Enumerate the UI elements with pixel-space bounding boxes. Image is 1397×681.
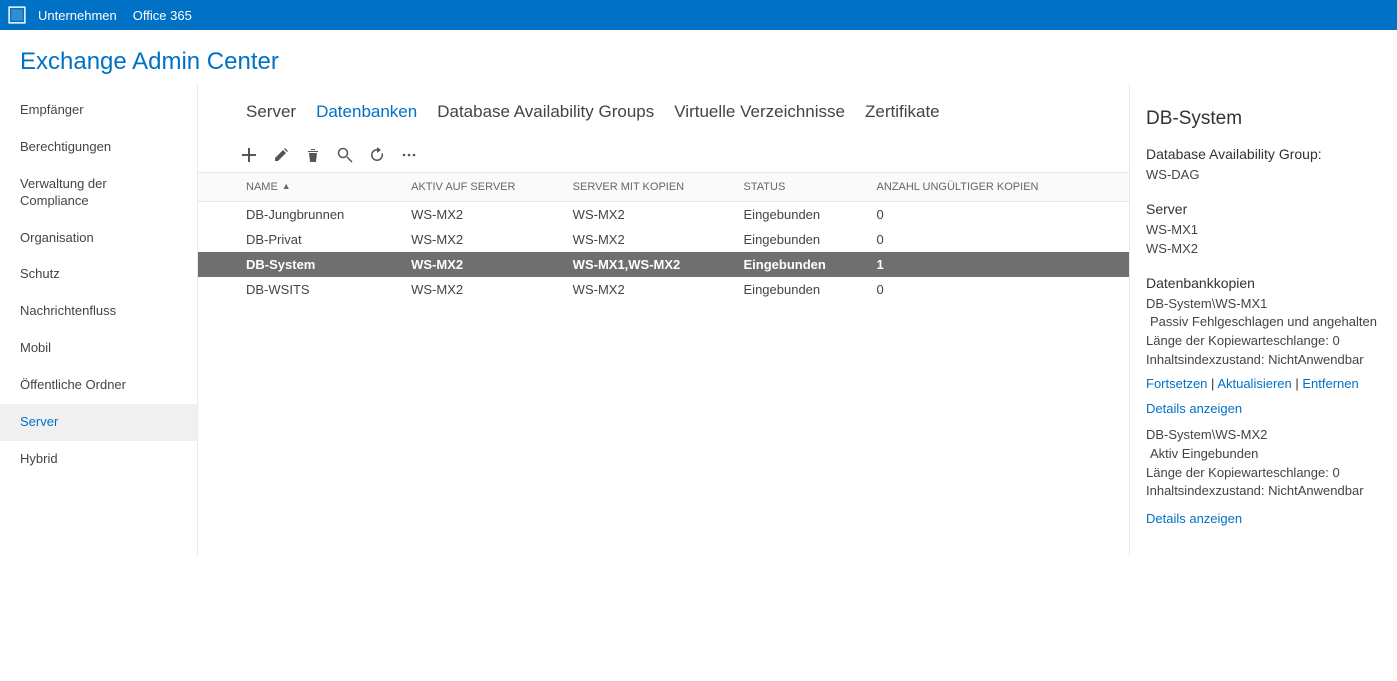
cell-spacer xyxy=(1103,227,1129,252)
table-row[interactable]: DB-SystemWS-MX2WS-MX1,WS-MX2Eingebunden1 xyxy=(198,252,1129,277)
search-button[interactable] xyxy=(336,146,354,164)
copy-block: DB-System\WS-MX1 Passiv Fehlgeschlagen u… xyxy=(1146,295,1377,416)
copy-index: Inhaltsindexzustand: NichtAnwendbar xyxy=(1146,351,1377,370)
copy-index: Inhaltsindexzustand: NichtAnwendbar xyxy=(1146,482,1377,501)
sub-tab[interactable]: Server xyxy=(246,102,296,122)
sub-tab[interactable]: Virtuelle Verzeichnisse xyxy=(674,102,845,122)
server-value: WS-MX2 xyxy=(1146,240,1377,259)
sub-tabs: Server Datenbanken Database Availability G… xyxy=(198,84,1129,146)
details-panel: DB-System Database Availability Group: W… xyxy=(1129,84,1397,556)
details-link[interactable]: Details anzeigen xyxy=(1146,511,1242,526)
copy-name: DB-System\WS-MX2 xyxy=(1146,426,1377,445)
sidebar-item[interactable]: Mobil xyxy=(0,330,197,367)
sidebar-item[interactable]: Hybrid xyxy=(0,441,197,478)
table-cell: WS-MX2 xyxy=(563,227,734,252)
dag-value: WS-DAG xyxy=(1146,166,1377,185)
column-header[interactable]: STATUS xyxy=(734,173,867,202)
sub-tab[interactable]: Datenbanken xyxy=(316,102,417,122)
edit-button[interactable] xyxy=(272,146,290,164)
sidebar-item[interactable]: Öffentliche Ordner xyxy=(0,367,197,404)
table-row[interactable]: DB-WSITSWS-MX2WS-MX2Eingebunden0 xyxy=(198,277,1129,302)
table-cell: WS-MX2 xyxy=(401,252,563,277)
column-header[interactable]: AKTIV AUF SERVER xyxy=(401,173,563,202)
copy-status: Aktiv Eingebunden xyxy=(1150,445,1377,464)
sidebar-item[interactable]: Organisation xyxy=(0,220,197,257)
delete-button[interactable] xyxy=(304,146,322,164)
topbar-office-link[interactable]: Office 365 xyxy=(133,8,192,23)
dag-label: Database Availability Group: xyxy=(1146,146,1377,162)
copy-action-link[interactable]: Fortsetzen xyxy=(1146,376,1207,391)
topbar-company-link[interactable]: Unternehmen xyxy=(38,8,117,23)
toolbar xyxy=(198,146,1129,172)
copy-block: DB-System\WS-MX2 Aktiv EingebundenLänge … xyxy=(1146,426,1377,526)
copy-details-wrapper: Details anzeigen xyxy=(1146,401,1377,416)
table-cell: DB-Privat xyxy=(198,227,401,252)
copies-label: Datenbankkopien xyxy=(1146,275,1377,291)
office-logo-icon xyxy=(8,6,26,24)
database-table: NAME▲AKTIV AUF SERVERSERVER MIT KOPIENST… xyxy=(198,172,1129,302)
table-cell: Eingebunden xyxy=(734,227,867,252)
table-cell: WS-MX2 xyxy=(401,202,563,228)
table-cell: WS-MX1,WS-MX2 xyxy=(563,252,734,277)
table-cell: 0 xyxy=(867,227,1103,252)
column-header[interactable]: SERVER MIT KOPIEN xyxy=(563,173,734,202)
table-cell: WS-MX2 xyxy=(401,227,563,252)
table-cell: 1 xyxy=(867,252,1103,277)
table-cell: WS-MX2 xyxy=(401,277,563,302)
table-row[interactable]: DB-JungbrunnenWS-MX2WS-MX2Eingebunden0 xyxy=(198,202,1129,228)
sidebar-item[interactable]: Empfänger xyxy=(0,92,197,129)
table-cell: WS-MX2 xyxy=(563,277,734,302)
server-value: WS-MX1 xyxy=(1146,221,1377,240)
table-cell: Eingebunden xyxy=(734,252,867,277)
add-button[interactable] xyxy=(240,146,258,164)
table-cell: WS-MX2 xyxy=(563,202,734,228)
sidebar: EmpfängerBerechtigungenVerwaltung der Co… xyxy=(0,84,198,556)
sidebar-item[interactable]: Nachrichtenfluss xyxy=(0,293,197,330)
table-cell: Eingebunden xyxy=(734,202,867,228)
copy-queue: Länge der Kopiewarteschlange: 0 xyxy=(1146,332,1377,351)
table-cell: DB-System xyxy=(198,252,401,277)
cell-spacer xyxy=(1103,202,1129,228)
copy-action-link[interactable]: Aktualisieren xyxy=(1217,376,1291,391)
refresh-button[interactable] xyxy=(368,146,386,164)
copy-status: Passiv Fehlgeschlagen und angehalten xyxy=(1150,313,1377,332)
table-cell: 0 xyxy=(867,202,1103,228)
copy-details-wrapper: Details anzeigen xyxy=(1146,511,1377,526)
sub-tab[interactable]: Database Availability Groups xyxy=(437,102,654,122)
column-spacer xyxy=(1103,173,1129,202)
sidebar-item[interactable]: Verwaltung der Compliance xyxy=(0,166,197,220)
server-list: WS-MX1WS-MX2 xyxy=(1146,221,1377,259)
copy-queue: Länge der Kopiewarteschlange: 0 xyxy=(1146,464,1377,483)
table-cell: DB-Jungbrunnen xyxy=(198,202,401,228)
more-button[interactable] xyxy=(400,146,418,164)
column-header[interactable]: ANZAHL UNGÜLTIGER KOPIEN xyxy=(867,173,1103,202)
details-link[interactable]: Details anzeigen xyxy=(1146,401,1242,416)
sub-tab[interactable]: Zertifikate xyxy=(865,102,940,122)
sort-asc-icon: ▲ xyxy=(282,181,291,191)
details-title: DB-System xyxy=(1146,108,1377,130)
page-title: Exchange Admin Center xyxy=(0,30,1397,84)
copies-list: DB-System\WS-MX1 Passiv Fehlgeschlagen u… xyxy=(1146,295,1377,527)
sidebar-item[interactable]: Berechtigungen xyxy=(0,129,197,166)
sidebar-item[interactable]: Schutz xyxy=(0,256,197,293)
copy-action-links: Fortsetzen | Aktualisieren | Entfernen xyxy=(1146,376,1377,391)
sidebar-item[interactable]: Server xyxy=(0,404,197,441)
server-label: Server xyxy=(1146,201,1377,217)
cell-spacer xyxy=(1103,277,1129,302)
table-row[interactable]: DB-PrivatWS-MX2WS-MX2Eingebunden0 xyxy=(198,227,1129,252)
table-cell: Eingebunden xyxy=(734,277,867,302)
table-cell: DB-WSITS xyxy=(198,277,401,302)
column-header[interactable]: NAME▲ xyxy=(198,173,401,202)
cell-spacer xyxy=(1103,252,1129,277)
table-cell: 0 xyxy=(867,277,1103,302)
copy-action-link[interactable]: Entfernen xyxy=(1302,376,1358,391)
topbar: Unternehmen Office 365 xyxy=(0,0,1397,30)
copy-name: DB-System\WS-MX1 xyxy=(1146,295,1377,314)
